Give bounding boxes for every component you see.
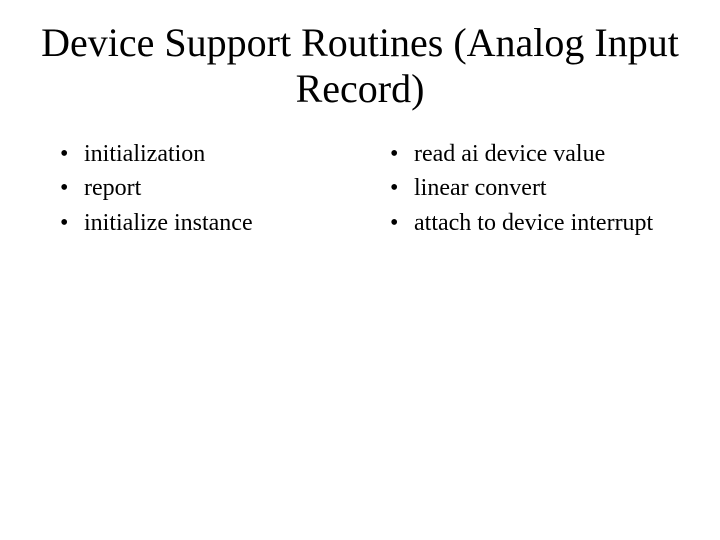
slide: Device Support Routines (Analog Input Re… (0, 0, 720, 540)
list-item: initialization (60, 138, 360, 170)
left-bullet-list: initialization report initialize instanc… (30, 138, 360, 239)
list-item: attach to device interrupt (390, 207, 690, 239)
list-item: linear convert (390, 172, 690, 204)
content-columns: initialization report initialize instanc… (30, 138, 690, 241)
left-column: initialization report initialize instanc… (30, 138, 360, 241)
list-item: read ai device value (390, 138, 690, 170)
list-item: report (60, 172, 360, 204)
right-bullet-list: read ai device value linear convert atta… (360, 138, 690, 239)
list-item: initialize instance (60, 207, 360, 239)
slide-title: Device Support Routines (Analog Input Re… (30, 20, 690, 112)
right-column: read ai device value linear convert atta… (360, 138, 690, 241)
